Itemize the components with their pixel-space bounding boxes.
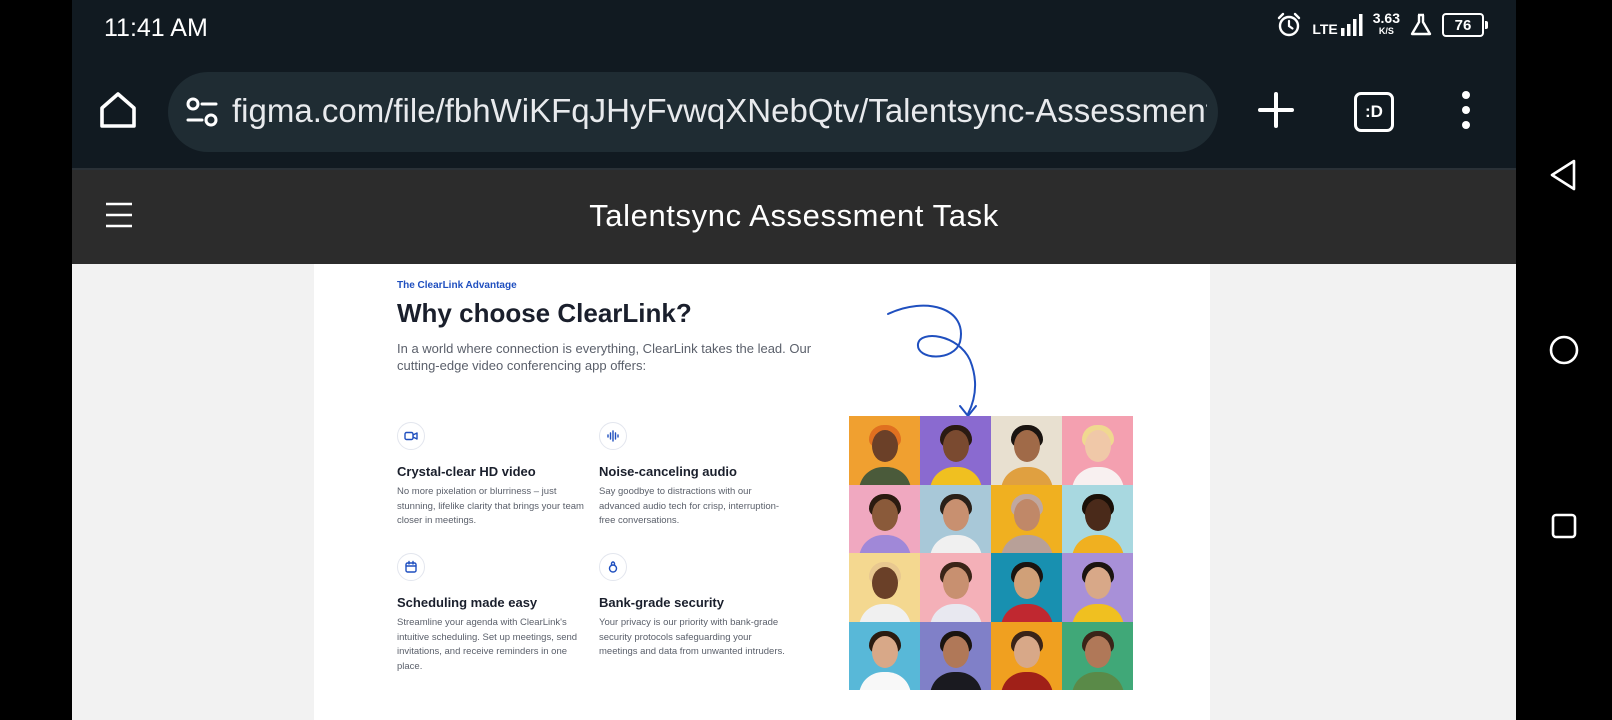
flask-icon	[1410, 13, 1432, 36]
portrait-face	[1084, 567, 1111, 599]
feature-description: Streamline your agenda with ClearLink's …	[397, 617, 578, 672]
signal-icon	[1340, 14, 1363, 36]
status-icons: LTE 3.63 K/S 76	[1276, 10, 1488, 38]
portrait-photo	[920, 484, 991, 553]
url-text[interactable]: figma.com/file/fbhWiKFqJHyFvwqXNebQtv/Ta…	[232, 92, 1207, 130]
portrait-face	[871, 498, 898, 531]
portrait-shoulders	[1000, 466, 1053, 485]
design-frame[interactable]: The ClearLink Advantage Why choose Clear…	[314, 264, 1210, 720]
eyebrow-text: The ClearLink Advantage	[397, 280, 517, 291]
system-navigation-bar	[1516, 0, 1612, 720]
browser-toolbar: figma.com/file/fbhWiKFqJHyFvwqXNebQtv/Ta…	[72, 56, 1516, 170]
new-tab-icon[interactable]	[1252, 86, 1300, 134]
site-settings-icon[interactable]	[184, 94, 220, 130]
portrait-face	[871, 430, 898, 462]
portrait-face	[1084, 498, 1111, 531]
portrait-photo	[920, 416, 991, 485]
portrait-photo	[1062, 416, 1133, 485]
portrait-face	[942, 635, 969, 668]
feature-title: Crystal-clear HD video	[397, 464, 536, 479]
portrait-photo	[991, 621, 1062, 690]
lock-icon	[599, 553, 627, 581]
battery-indicator: 76	[1442, 13, 1488, 37]
portrait-photo	[920, 621, 991, 690]
file-title: Talentsync Assessment Task	[589, 198, 999, 233]
portrait-shoulders	[1000, 603, 1053, 622]
feature-title: Bank-grade security	[599, 595, 724, 610]
portrait-photo	[920, 553, 991, 622]
portrait-shoulders	[858, 466, 911, 485]
portrait-photo	[1062, 553, 1133, 622]
address-bar[interactable]: figma.com/file/fbhWiKFqJHyFvwqXNebQtv/Ta…	[168, 72, 1218, 152]
left-bezel	[0, 0, 72, 720]
status-time: 11:41 AM	[104, 14, 208, 42]
portrait-shoulders	[929, 603, 982, 622]
portrait-shoulders	[1000, 535, 1053, 553]
portrait-shoulders	[858, 603, 911, 622]
status-bar: 11:41 AM LTE 3.63 K/S 76	[72, 0, 1516, 56]
portrait-shoulders	[1071, 466, 1124, 485]
feature-hd-video: Crystal-clear HD video No more pixelatio…	[397, 422, 587, 529]
portrait-face	[942, 567, 969, 599]
network-type: LTE	[1312, 21, 1338, 37]
portrait-shoulders	[929, 672, 982, 690]
portrait-grid	[849, 416, 1133, 690]
portrait-shoulders	[858, 535, 911, 553]
headline: Why choose ClearLink?	[397, 298, 692, 328]
portrait-face	[1084, 635, 1111, 668]
feature-description: Your privacy is our priority with bank-g…	[599, 617, 785, 657]
network-speed: 3.63 K/S	[1372, 10, 1400, 36]
portrait-shoulders	[1071, 672, 1124, 690]
portrait-shoulders	[1071, 603, 1124, 622]
feature-security: Bank-grade security Your privacy is our …	[599, 553, 789, 660]
home-nav-icon[interactable]	[1546, 332, 1582, 368]
portrait-shoulders	[858, 672, 911, 690]
portrait-face	[1013, 498, 1040, 531]
portrait-face	[1084, 430, 1111, 462]
alarm-icon	[1278, 12, 1301, 37]
portrait-shoulders	[1071, 535, 1124, 553]
recents-icon[interactable]	[1546, 508, 1582, 544]
phone-screen: 11:41 AM LTE 3.63 K/S 76 figma.com/file/…	[72, 0, 1516, 720]
feature-title: Noise-canceling audio	[599, 464, 737, 479]
portrait-photo	[849, 553, 920, 622]
portrait-face	[871, 567, 898, 599]
portrait-face	[1013, 635, 1040, 668]
feature-description: Say goodbye to distractions with our adv…	[599, 486, 780, 526]
portrait-photo	[849, 621, 920, 690]
portrait-face	[1013, 430, 1040, 462]
portrait-photo	[1062, 621, 1133, 690]
portrait-face	[871, 635, 898, 668]
tab-switcher-button[interactable]: :D	[1354, 92, 1394, 132]
figma-header: Talentsync Assessment Task	[72, 170, 1516, 264]
calendar-icon	[397, 553, 425, 581]
tab-switcher-label: :D	[1365, 102, 1383, 121]
portrait-face	[942, 430, 969, 462]
portrait-shoulders	[929, 535, 982, 553]
curved-arrow-icon	[887, 304, 977, 417]
portrait-photo	[849, 484, 920, 553]
intro-text: In a world where connection is everythin…	[397, 341, 812, 373]
portrait-photo	[1062, 484, 1133, 553]
back-icon[interactable]	[1546, 157, 1582, 193]
feature-title: Scheduling made easy	[397, 595, 538, 610]
video-icon	[397, 422, 425, 450]
figma-canvas[interactable]: The ClearLink Advantage Why choose Clear…	[72, 264, 1516, 720]
portrait-shoulders	[1000, 672, 1053, 690]
portrait-photo	[991, 416, 1062, 485]
portrait-photo	[849, 416, 920, 485]
portrait-shoulders	[929, 466, 982, 485]
audio-wave-icon	[599, 422, 627, 450]
more-options-icon[interactable]	[1442, 86, 1490, 134]
portrait-face	[1013, 567, 1040, 599]
feature-description: No more pixelation or blurriness – just …	[397, 486, 584, 526]
home-icon[interactable]	[96, 88, 140, 132]
feature-noise-canceling: Noise-canceling audio Say goodbye to dis…	[599, 422, 789, 529]
feature-scheduling: Scheduling made easy Streamline your age…	[397, 553, 587, 674]
portrait-photo	[991, 553, 1062, 622]
portrait-face	[942, 498, 969, 531]
portrait-photo	[991, 484, 1062, 553]
